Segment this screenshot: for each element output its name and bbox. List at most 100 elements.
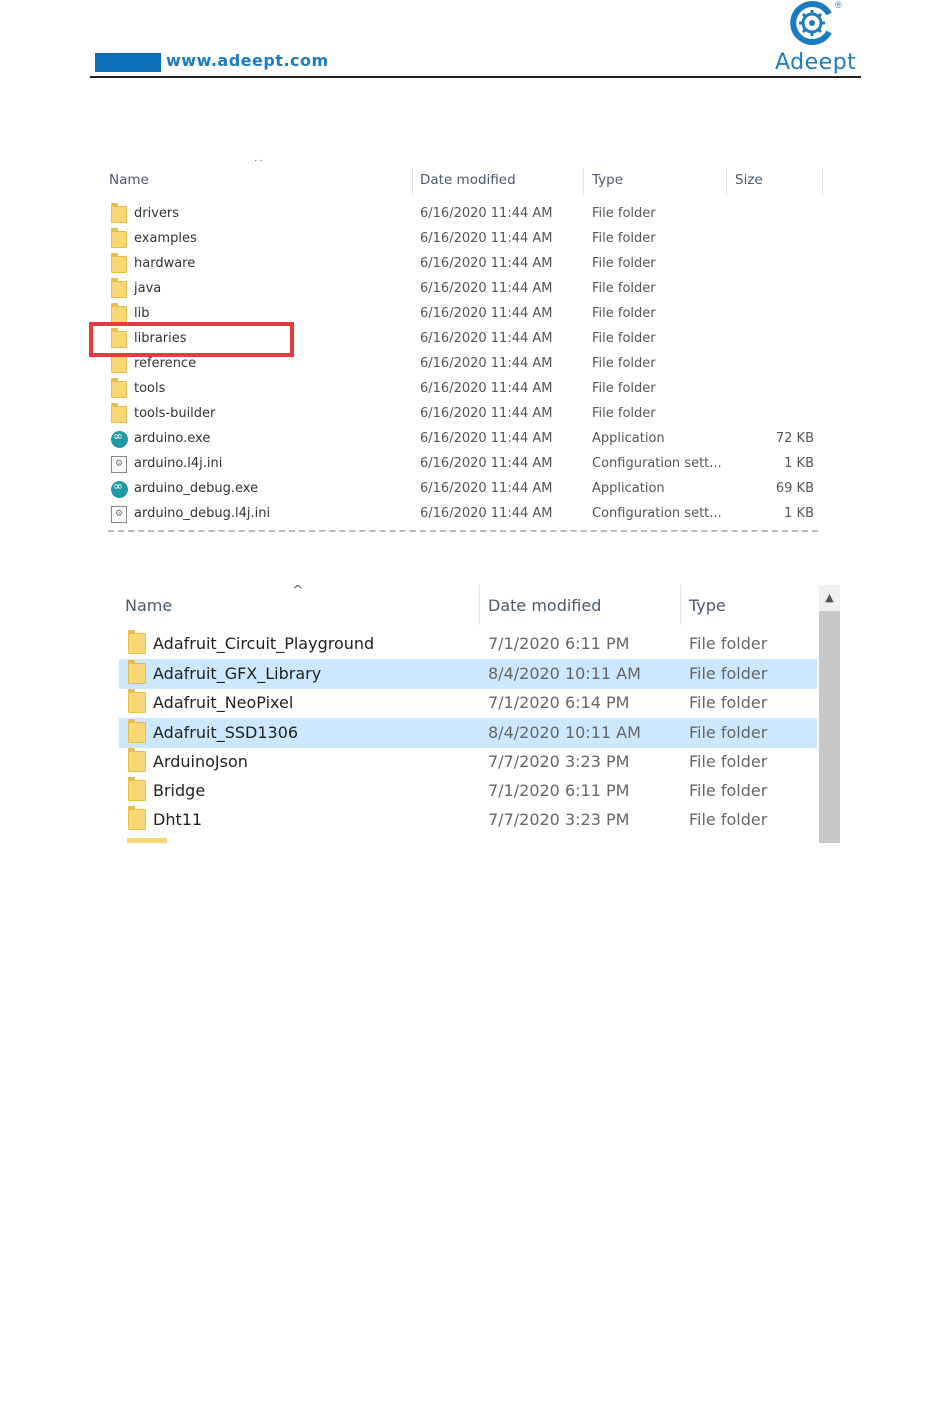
file-type: File folder: [592, 206, 656, 221]
file-row[interactable]: hardware 6/16/2020 11:44 AM File folder: [98, 252, 828, 277]
folder-date: 7/1/2020 6:14 PM: [488, 693, 630, 712]
folder-icon: [128, 660, 146, 684]
folder-icon: [128, 777, 146, 801]
column-header-date[interactable]: Date modified: [488, 596, 601, 615]
file-type: File folder: [592, 281, 656, 296]
website-url[interactable]: www.adeept.com: [166, 51, 329, 70]
file-type: Application: [592, 431, 665, 446]
column-header-name[interactable]: Name: [125, 596, 172, 615]
file-name: arduino_debug.l4j.ini: [134, 506, 271, 521]
file-row[interactable]: drivers 6/16/2020 11:44 AM File folder: [98, 202, 828, 227]
column-header-name[interactable]: Name: [109, 172, 149, 188]
file-row[interactable]: arduino_debug.l4j.ini 6/16/2020 11:44 AM…: [98, 502, 828, 527]
file-type: Configuration sett...: [592, 456, 722, 471]
file-date: 6/16/2020 11:44 AM: [420, 406, 553, 421]
file-name: arduino.l4j.ini: [134, 456, 223, 471]
folder-row[interactable]: Adafruit_NeoPixel 7/1/2020 6:14 PM File …: [119, 688, 817, 718]
file-explorer-libraries-folder: ^ Name Date modified Type Adafruit_Circu…: [107, 585, 840, 843]
file-date: 6/16/2020 11:44 AM: [420, 256, 553, 271]
folder-icon: [111, 228, 127, 248]
folder-date: 7/1/2020 6:11 PM: [488, 634, 630, 653]
arduino-app-icon: [111, 429, 128, 448]
sort-indicator: ˙˙: [253, 158, 264, 171]
folder-row[interactable]: ArduinoJson 7/7/2020 3:23 PM File folder: [119, 747, 817, 777]
highlight-box-libraries: [89, 322, 294, 357]
file-date: 6/16/2020 11:44 AM: [420, 356, 553, 371]
column-header-type[interactable]: Type: [689, 596, 726, 615]
config-file-icon: [111, 456, 127, 473]
file-date: 6/16/2020 11:44 AM: [420, 306, 553, 321]
folder-row-selected[interactable]: Adafruit_SSD1306 8/4/2020 10:11 AM File …: [119, 718, 817, 748]
folder-type: File folder: [689, 810, 768, 829]
file-type: Configuration sett...: [592, 506, 722, 521]
file-row[interactable]: tools 6/16/2020 11:44 AM File folder: [98, 377, 828, 402]
header-divider: [90, 76, 861, 78]
folder-type: File folder: [689, 723, 768, 742]
folder-icon: [128, 806, 146, 830]
column-separator[interactable]: [583, 168, 584, 196]
file-type: File folder: [592, 256, 656, 271]
config-file-icon: [111, 506, 127, 523]
folder-icon: [128, 630, 146, 654]
folder-name: Adafruit_Circuit_Playground: [153, 634, 375, 653]
column-separator[interactable]: [822, 168, 823, 196]
file-row[interactable]: arduino.l4j.ini 6/16/2020 11:44 AM Confi…: [98, 452, 828, 477]
folder-name: Adafruit_GFX_Library: [153, 664, 322, 683]
file-type: File folder: [592, 331, 656, 346]
scroll-up-icon[interactable]: ▲: [819, 585, 840, 611]
column-separator[interactable]: [479, 585, 480, 625]
file-row[interactable]: examples 6/16/2020 11:44 AM File folder: [98, 227, 828, 252]
file-row[interactable]: java 6/16/2020 11:44 AM File folder: [98, 277, 828, 302]
file-name: lib: [134, 306, 150, 321]
file-date: 6/16/2020 11:44 AM: [420, 431, 553, 446]
file-type: File folder: [592, 406, 656, 421]
folder-icon: [111, 203, 127, 223]
vertical-scrollbar[interactable]: ▲: [819, 585, 840, 843]
column-header-date[interactable]: Date modified: [420, 172, 516, 188]
file-date: 6/16/2020 11:44 AM: [420, 231, 553, 246]
folder-icon: [111, 378, 127, 398]
file-row[interactable]: arduino.exe 6/16/2020 11:44 AM Applicati…: [98, 427, 828, 452]
column-separator[interactable]: [412, 168, 413, 196]
file-size: 72 KB: [775, 431, 814, 446]
file-row[interactable]: arduino_debug.exe 6/16/2020 11:44 AM App…: [98, 477, 828, 502]
file-name: arduino_debug.exe: [134, 481, 259, 496]
folder-icon: [128, 748, 146, 772]
file-date: 6/16/2020 11:44 AM: [420, 381, 553, 396]
brand-name: Adeept: [775, 50, 857, 75]
folder-row-selected[interactable]: Adafruit_GFX_Library 8/4/2020 10:11 AM F…: [119, 659, 817, 689]
column-header-type[interactable]: Type: [592, 172, 623, 188]
folder-date: 7/7/2020 3:23 PM: [488, 810, 630, 829]
file-type: File folder: [592, 356, 656, 371]
file-name: tools-builder: [134, 406, 216, 421]
column-header-size[interactable]: Size: [735, 172, 763, 188]
folder-type: File folder: [689, 634, 768, 653]
cropped-row-remnant: [127, 838, 167, 843]
folder-icon: [111, 278, 127, 298]
folder-date: 7/7/2020 3:23 PM: [488, 752, 630, 771]
column-separator[interactable]: [726, 168, 727, 196]
sort-ascending-icon[interactable]: ^: [292, 585, 304, 599]
file-date: 6/16/2020 11:44 AM: [420, 481, 553, 496]
folder-row[interactable]: Bridge 7/1/2020 6:11 PM File folder: [119, 776, 817, 806]
file-name: reference: [134, 356, 197, 371]
file-name: examples: [134, 231, 197, 246]
registered-mark: ®: [835, 0, 842, 10]
file-row[interactable]: tools-builder 6/16/2020 11:44 AM File fo…: [98, 402, 828, 427]
column-separator[interactable]: [680, 585, 681, 625]
cropped-row-remnant: [108, 530, 818, 538]
file-date: 6/16/2020 11:44 AM: [420, 506, 553, 521]
folder-icon: [128, 719, 146, 743]
folder-row[interactable]: Adafruit_Circuit_Playground 7/1/2020 6:1…: [119, 629, 817, 659]
file-date: 6/16/2020 11:44 AM: [420, 281, 553, 296]
file-size: 1 KB: [784, 506, 814, 521]
folder-row[interactable]: Dht11 7/7/2020 3:23 PM File folder: [119, 805, 817, 835]
folder-icon: [111, 403, 127, 423]
folder-name: Adafruit_SSD1306: [153, 723, 299, 742]
file-type: File folder: [592, 306, 656, 321]
folder-icon: [111, 253, 127, 273]
file-name: arduino.exe: [134, 431, 211, 446]
folder-icon: [111, 303, 127, 323]
file-name: hardware: [134, 256, 196, 271]
file-type: File folder: [592, 381, 656, 396]
